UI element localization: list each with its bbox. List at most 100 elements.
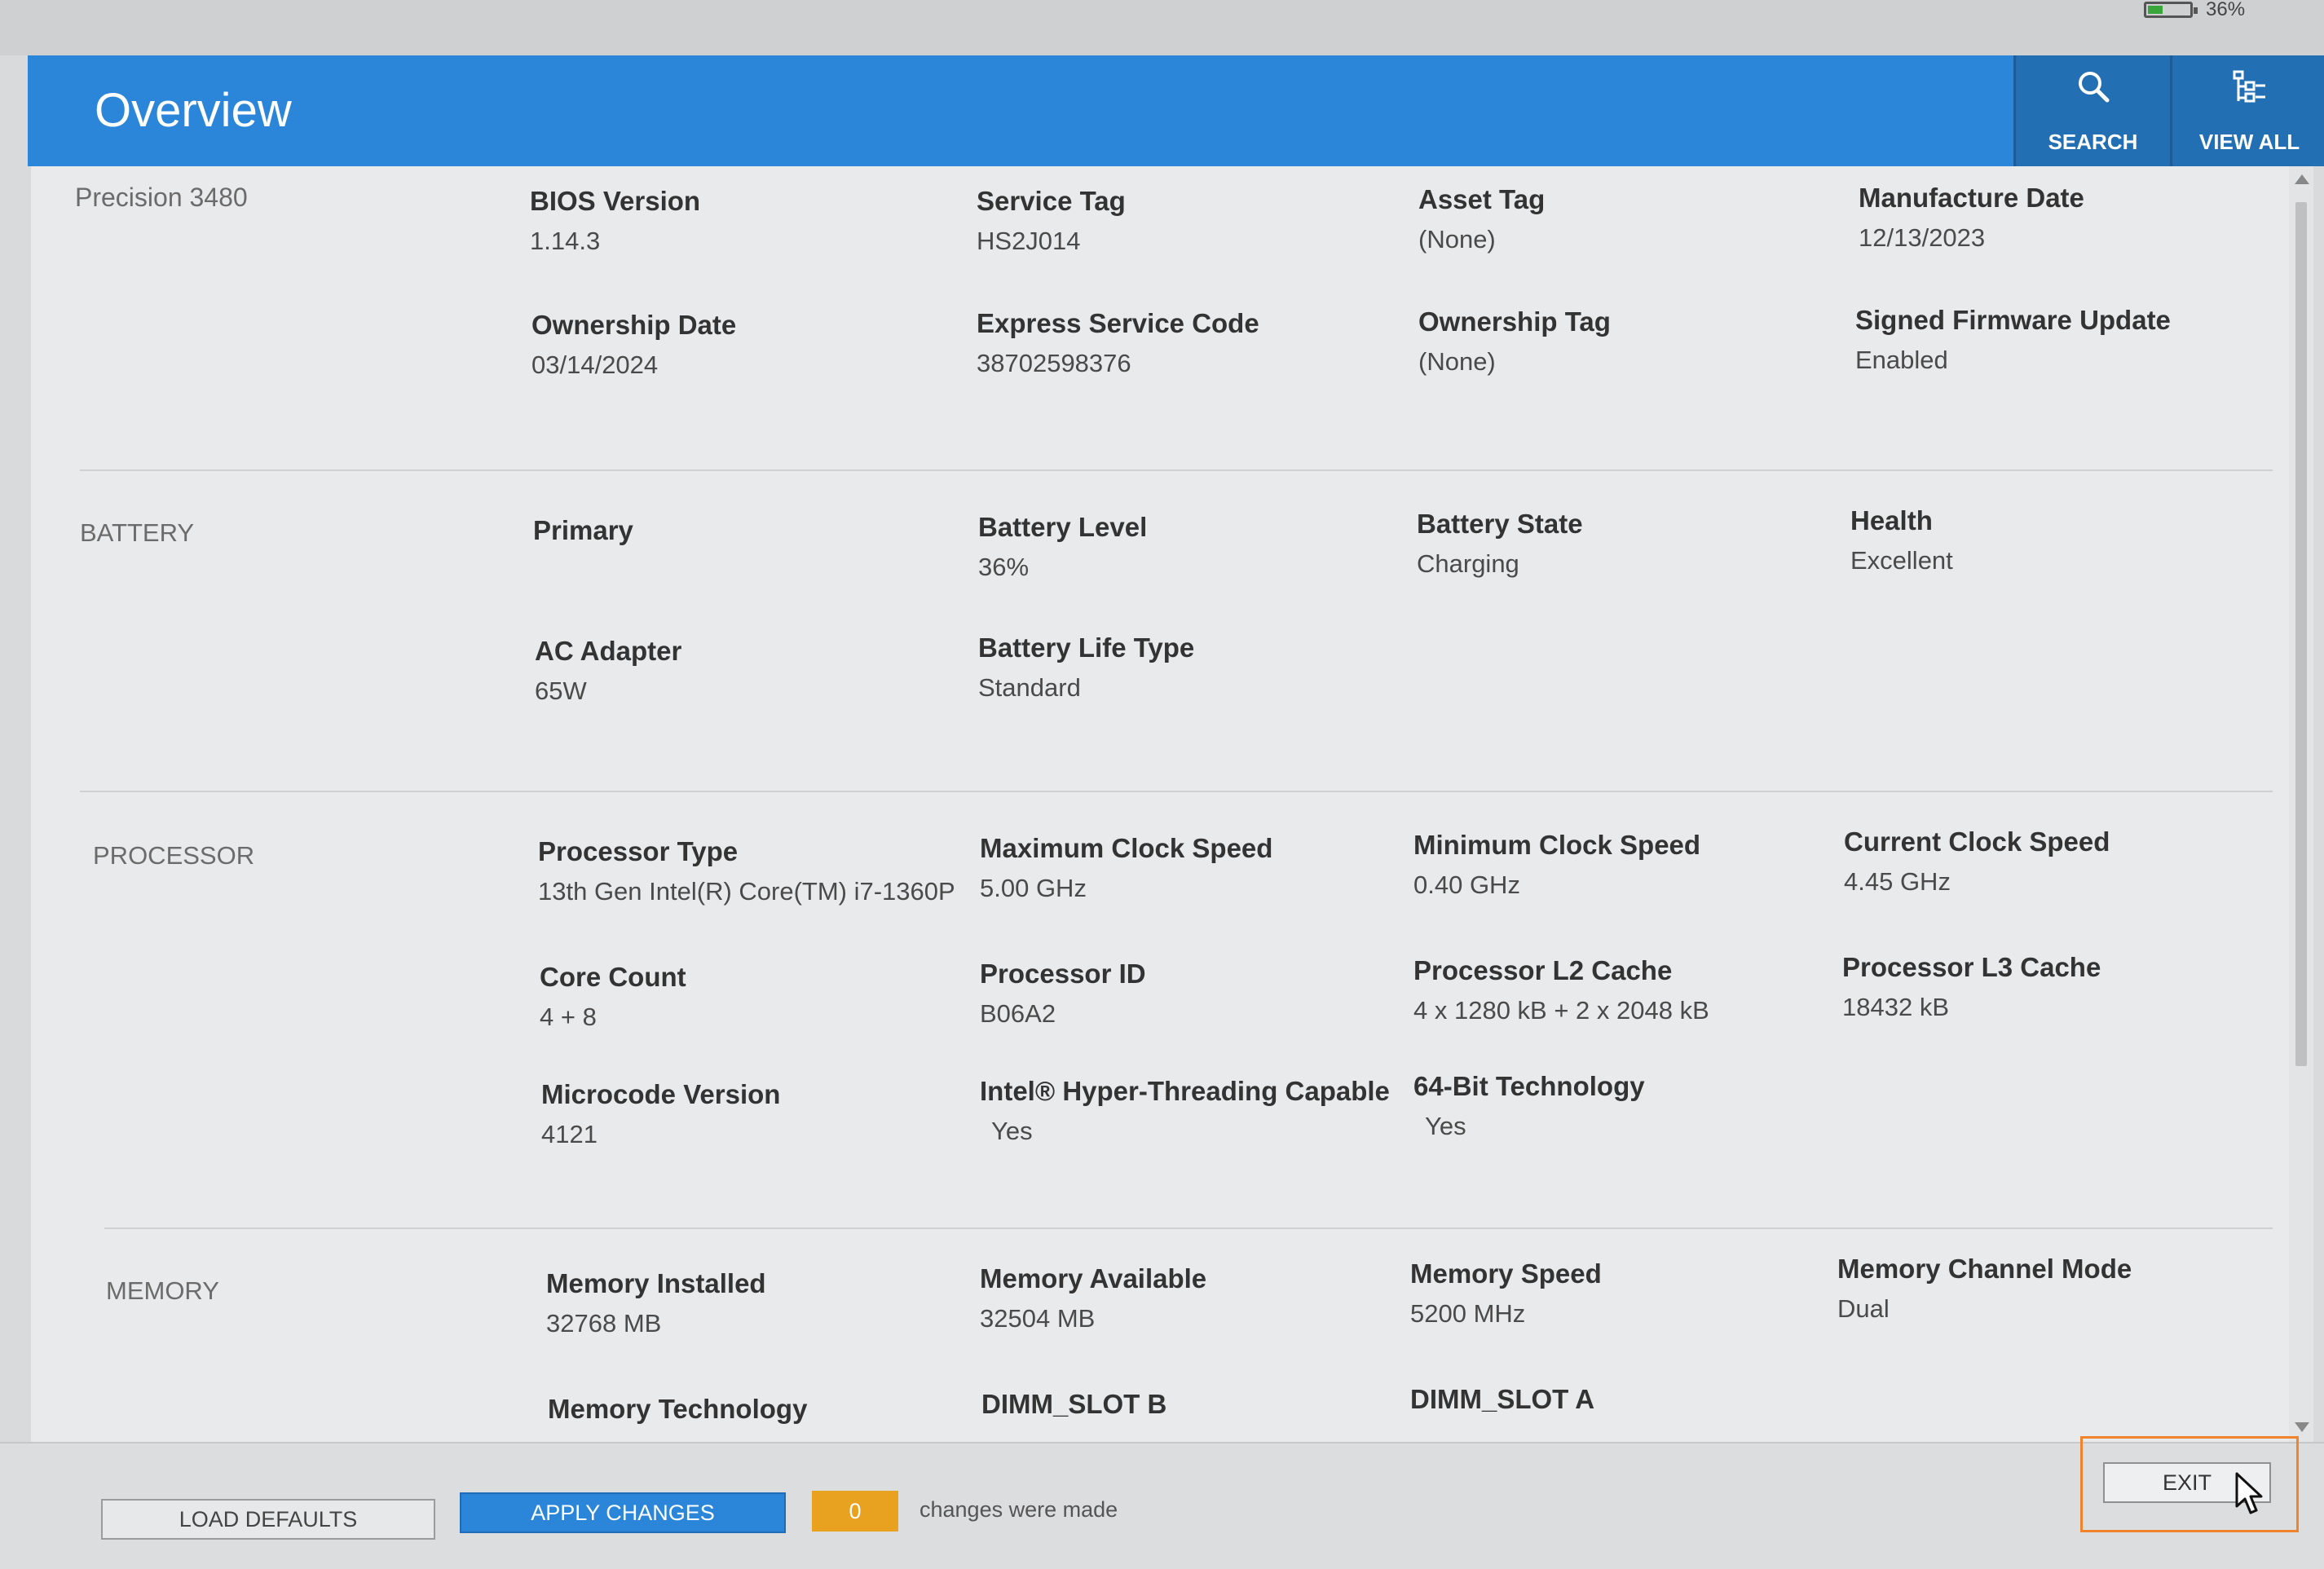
field-label: 64-Bit Technology: [1413, 1071, 1645, 1101]
processor-type-field: Processor Type 13th Gen Intel(R) Core(TM…: [538, 836, 955, 906]
asset-tag-field: Asset Tag (None): [1418, 184, 1545, 254]
max-clock-speed-field: Maximum Clock Speed 5.00 GHz: [980, 833, 1272, 903]
field-label: Battery Life Type: [978, 632, 1195, 663]
field-label: Core Count: [540, 962, 686, 992]
footer-bar: LOAD DEFAULTS APPLY CHANGES 0 changes we…: [0, 1442, 2324, 1569]
field-label: Processor L3 Cache: [1842, 952, 2101, 982]
processor-section: PROCESSOR Processor Type 13th Gen Intel(…: [31, 794, 2289, 1226]
field-label: Intel® Hyper-Threading Capable: [980, 1076, 1390, 1106]
field-value: (None): [1418, 225, 1496, 253]
field-value: 03/14/2024: [531, 350, 659, 379]
field-label: Memory Installed: [546, 1268, 766, 1298]
manufacture-date-field: Manufacture Date 12/13/2023: [1859, 183, 2084, 253]
battery-level-field: Battery Level 36%: [978, 512, 1147, 582]
field-value: Excellent: [1850, 546, 1953, 575]
field-label: DIMM_SLOT B: [981, 1389, 1167, 1419]
view-all-button-label: VIEW ALL: [2198, 130, 2300, 154]
memory-speed-field: Memory Speed 5200 MHz: [1410, 1258, 1602, 1329]
field-value: 4 + 8: [540, 1003, 597, 1031]
field-label: Signed Firmware Update: [1855, 305, 2171, 335]
mouse-cursor-icon: [2235, 1472, 2263, 1514]
field-value: 38702598376: [977, 349, 1131, 377]
memory-available-field: Memory Available 32504 MB: [980, 1263, 1206, 1333]
search-icon: [2078, 72, 2109, 103]
dimm-slot-a-field: DIMM_SLOT A: [1410, 1384, 1594, 1425]
field-value: Yes: [1425, 1112, 1466, 1140]
health-field: Health Excellent: [1850, 505, 1953, 575]
system-section: Precision 3480 BIOS Version 1.14.3 Servi…: [31, 166, 2289, 468]
field-label: Service Tag: [977, 186, 1126, 216]
memory-installed-field: Memory Installed 32768 MB: [546, 1268, 766, 1338]
dimm-slot-b-field: DIMM_SLOT B: [981, 1389, 1166, 1430]
field-value: Charging: [1417, 549, 1519, 578]
load-defaults-button[interactable]: LOAD DEFAULTS: [101, 1499, 435, 1540]
system-model: Precision 3480: [75, 183, 248, 212]
field-label: Express Service Code: [977, 308, 1259, 338]
section-divider: [80, 469, 2273, 471]
field-value: Enabled: [1855, 346, 1948, 374]
core-count-field: Core Count 4 + 8: [540, 962, 686, 1032]
field-label: Battery State: [1417, 509, 1583, 539]
field-value: 4.45 GHz: [1844, 867, 1951, 896]
field-value: 4 x 1280 kB + 2 x 2048 kB: [1413, 996, 1709, 1025]
express-service-code-field: Express Service Code 38702598376: [977, 308, 1259, 378]
search-button-label: SEARCH: [2048, 130, 2138, 154]
primary-field: Primary: [533, 515, 633, 556]
field-value: 4121: [541, 1120, 598, 1148]
field-value: 18432 kB: [1842, 993, 1949, 1021]
scroll-up-arrow-icon[interactable]: [2295, 174, 2309, 184]
field-label: Microcode Version: [541, 1079, 781, 1109]
battery-life-type-field: Battery Life Type Standard: [978, 632, 1194, 703]
field-label: Current Clock Speed: [1844, 826, 2110, 857]
field-label: Battery Level: [978, 512, 1148, 542]
tree-list-icon: [2233, 70, 2265, 103]
signed-firmware-update-field: Signed Firmware Update Enabled: [1855, 305, 2171, 375]
l3-cache-field: Processor L3 Cache 18432 kB: [1842, 952, 2101, 1022]
field-label: Processor L2 Cache: [1413, 955, 1673, 985]
field-value: Standard: [978, 673, 1081, 702]
field-value: HS2J014: [977, 227, 1081, 255]
battery-section: BATTERY Primary Battery Level 36% Batter…: [31, 473, 2289, 791]
status-bar: 36%: [0, 0, 2324, 55]
overview-content: Precision 3480 BIOS Version 1.14.3 Servi…: [31, 166, 2289, 1442]
search-button[interactable]: SEARCH: [2013, 55, 2170, 166]
field-value: (None): [1418, 347, 1496, 376]
field-value: B06A2: [980, 999, 1056, 1028]
field-label: Maximum Clock Speed: [980, 833, 1273, 863]
bios-version-field: BIOS Version 1.14.3: [530, 186, 700, 256]
field-label: Health: [1850, 505, 1933, 535]
field-value: 5.00 GHz: [980, 874, 1087, 902]
view-all-button[interactable]: VIEW ALL: [2170, 55, 2324, 166]
processor-id-field: Processor ID B06A2: [980, 959, 1146, 1029]
l2-cache-field: Processor L2 Cache 4 x 1280 kB + 2 x 204…: [1413, 955, 1709, 1025]
field-label: Processor Type: [538, 836, 739, 866]
memory-channel-mode-field: Memory Channel Mode Dual: [1837, 1254, 2132, 1324]
page-title: Overview: [95, 84, 292, 137]
field-label: AC Adapter: [535, 636, 682, 666]
scroll-thumb[interactable]: [2295, 202, 2307, 1066]
field-label: Processor ID: [980, 959, 1146, 989]
battery-icon: [2144, 2, 2198, 18]
min-clock-speed-field: Minimum Clock Speed 0.40 GHz: [1413, 830, 1700, 900]
field-value: 1.14.3: [530, 227, 601, 255]
apply-changes-button[interactable]: APPLY CHANGES: [460, 1492, 786, 1533]
hyper-threading-field: Intel® Hyper-Threading Capable Yes: [980, 1076, 1390, 1146]
field-value: 12/13/2023: [1859, 223, 1986, 252]
field-label: Asset Tag: [1418, 184, 1546, 214]
microcode-version-field: Microcode Version 4121: [541, 1079, 780, 1149]
field-label: Primary: [533, 515, 633, 545]
battery-percent: 36%: [2206, 0, 2246, 20]
field-value: 0.40 GHz: [1413, 870, 1520, 899]
section-label-memory: MEMORY: [106, 1276, 219, 1305]
section-label-battery: BATTERY: [80, 518, 195, 547]
field-value: 36%: [978, 553, 1030, 581]
field-value: 5200 MHz: [1410, 1299, 1526, 1328]
vertical-scrollbar[interactable]: [2289, 166, 2313, 1442]
field-label: DIMM_SLOT A: [1410, 1384, 1595, 1414]
scroll-down-arrow-icon[interactable]: [2295, 1422, 2309, 1432]
field-label: Ownership Tag: [1418, 306, 1611, 337]
changes-status-text: changes were made: [919, 1497, 1118, 1522]
memory-section: MEMORY Memory Installed 32768 MB Memory …: [31, 1231, 2289, 1442]
battery-state-field: Battery State Charging: [1417, 509, 1583, 579]
field-label: Memory Available: [980, 1263, 1207, 1294]
